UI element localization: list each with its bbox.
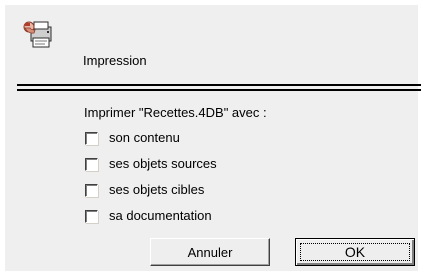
ok-button-label: OK (344, 244, 366, 260)
header-divider-bottom (17, 89, 421, 91)
option-ses-objets-cibles[interactable]: ses objets cibles (85, 182, 204, 198)
option-sa-documentation[interactable]: sa documentation (85, 208, 212, 224)
dialog-title: Impression (83, 53, 147, 68)
checkbox-sa-documentation[interactable] (85, 209, 98, 223)
print-dialog: Impression Imprimer "Recettes.4DB" avec … (5, 5, 421, 271)
option-ses-objets-sources[interactable]: ses objets sources (85, 156, 217, 172)
checkbox-ses-objets-sources[interactable] (85, 157, 98, 171)
cancel-button[interactable]: Annuler (150, 238, 270, 266)
option-label: sa documentation (109, 208, 212, 223)
option-son-contenu[interactable]: son contenu (85, 130, 180, 146)
cancel-button-label: Annuler (187, 244, 233, 260)
checkbox-ses-objets-cibles[interactable] (85, 183, 98, 197)
option-label: ses objets sources (109, 156, 217, 171)
option-label: son contenu (109, 130, 180, 145)
header-divider-top (17, 84, 421, 86)
option-label: ses objets cibles (109, 182, 205, 197)
print-prompt: Imprimer "Recettes.4DB" avec : (84, 105, 267, 120)
ok-button[interactable]: OK (295, 238, 415, 266)
printer-icon (21, 18, 55, 52)
checkbox-son-contenu[interactable] (85, 131, 98, 145)
